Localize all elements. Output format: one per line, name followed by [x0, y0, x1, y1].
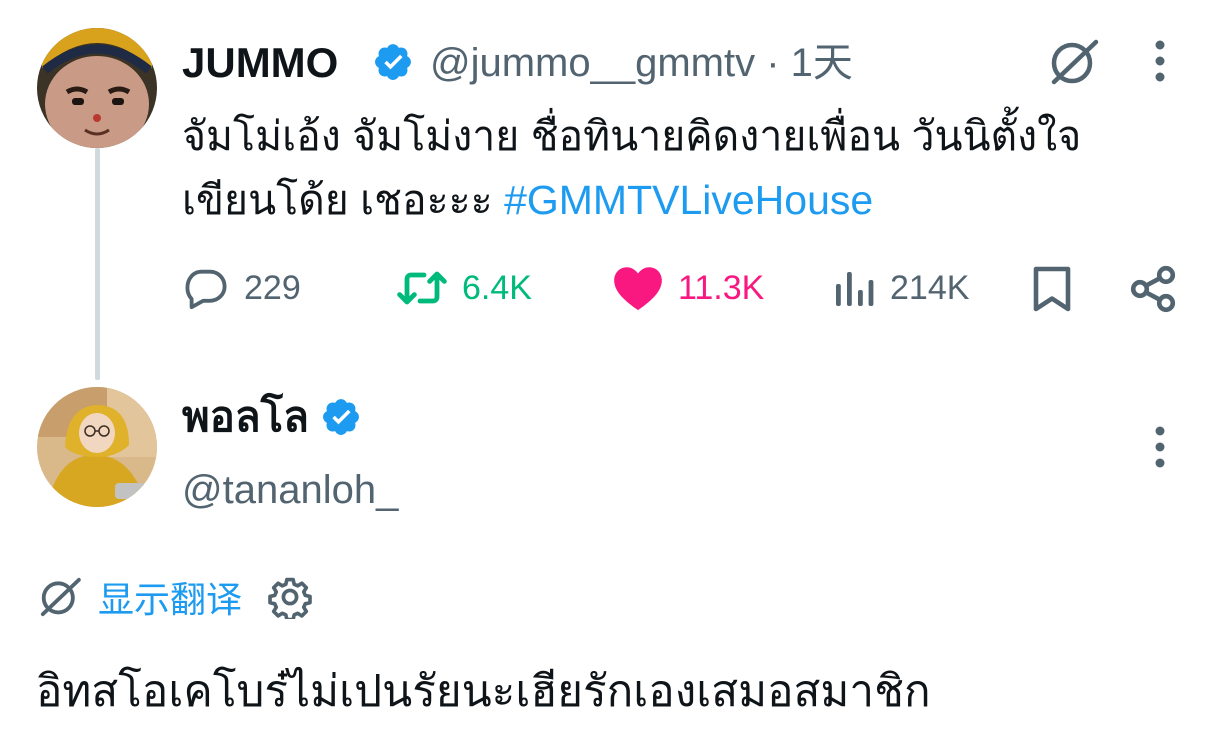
- bookmark-icon[interactable]: [1030, 264, 1074, 314]
- show-translation-link[interactable]: 显示翻译: [98, 571, 242, 623]
- share-icon[interactable]: [1128, 264, 1178, 314]
- hashtag-link[interactable]: #GMMTVLiveHouse: [504, 177, 873, 223]
- reply-author-name[interactable]: พอลโล: [182, 396, 309, 438]
- retweet-action[interactable]: 6.4K: [396, 262, 532, 314]
- thread-connector-line: [95, 148, 100, 380]
- like-action[interactable]: 11.3K: [612, 262, 764, 314]
- views-count: 214K: [890, 269, 970, 307]
- tweet-handle-and-time[interactable]: @jummo__gmmtv · 1天: [430, 43, 853, 83]
- reply-action[interactable]: 229: [182, 262, 301, 314]
- tweet-text-line2: เขียนโด้ย เชอะะะ: [182, 177, 505, 223]
- verified-badge-icon: [375, 44, 411, 80]
- translate-row: 显示翻译: [36, 572, 312, 622]
- tweet-text: จัมโม่เอ้ง จัมโม่งาย ชื่อทินายคิดงายเพื่…: [182, 104, 1182, 232]
- reply-handle[interactable]: @tananloh_: [182, 470, 398, 510]
- translate-slash-icon: [40, 577, 81, 617]
- grok-slash-icon[interactable]: [1046, 38, 1102, 86]
- retweet-count: 6.4K: [462, 269, 532, 307]
- retweet-icon: [397, 271, 447, 305]
- tweet-author-name[interactable]: JUMMO: [182, 42, 338, 84]
- jummo-avatar[interactable]: [37, 28, 157, 148]
- gear-icon[interactable]: [268, 575, 312, 619]
- pollo-avatar[interactable]: [37, 387, 157, 507]
- reply-count: 229: [244, 269, 301, 307]
- like-count: 11.3K: [678, 269, 765, 307]
- more-options-icon[interactable]: [1150, 426, 1170, 468]
- heart-icon: [614, 267, 662, 311]
- views-action[interactable]: 214K: [832, 262, 969, 314]
- speech-bubble-icon: [185, 269, 227, 310]
- more-options-icon[interactable]: [1150, 40, 1170, 82]
- bar-chart-icon: [836, 272, 874, 306]
- verified-badge-icon: [323, 399, 359, 435]
- reply-text: อิทสโอเคโบร๋ไม่เปนรัยนะเฮียรักเองเสมอสมา…: [36, 667, 931, 716]
- tweet-text-line1: จัมโม่เอ้ง จัมโม่งาย ชื่อทินายคิดงายเพื่…: [182, 113, 1082, 159]
